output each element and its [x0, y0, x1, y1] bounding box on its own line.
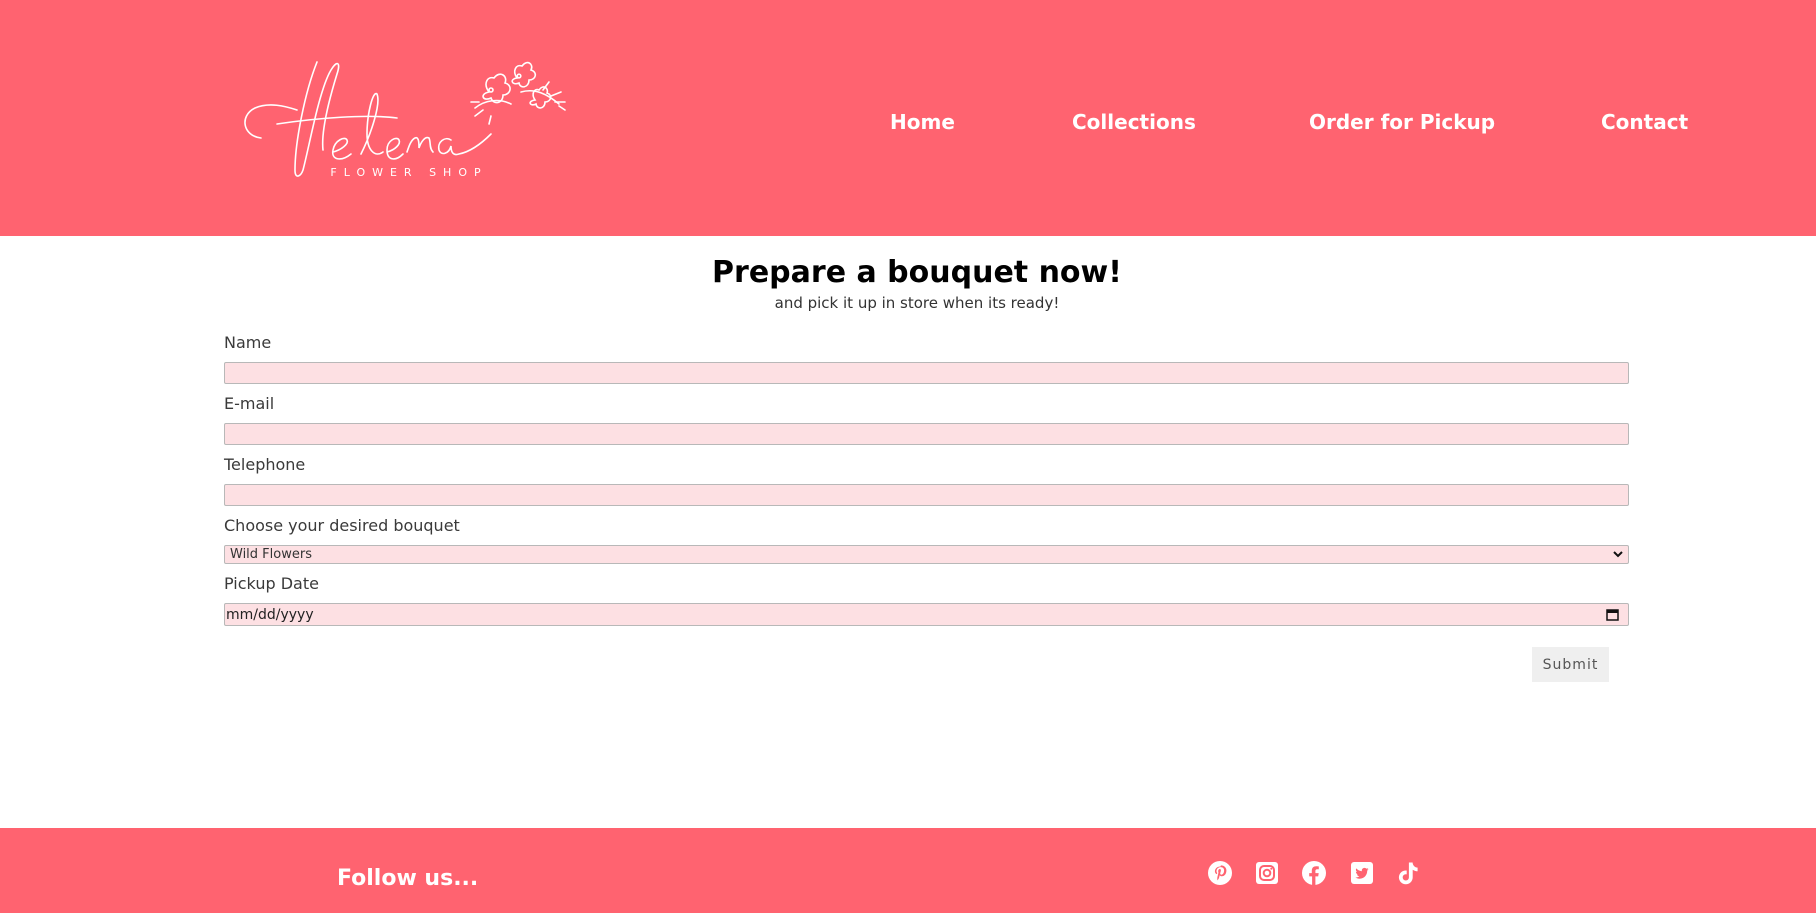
telephone-label: Telephone	[224, 455, 306, 474]
bouquet-select[interactable]: Wild Flowers	[224, 545, 1629, 564]
bouquet-label: Choose your desired bouquet	[224, 516, 460, 535]
bouquet-selected-value: Wild Flowers	[230, 547, 312, 562]
logo-graphic: FLOWER SHOP	[244, 61, 566, 179]
site-footer: Follow us...	[0, 828, 1816, 913]
page-subtitle: and pick it up in store when its ready!	[774, 294, 1060, 312]
nav-collections[interactable]: Collections	[1072, 110, 1196, 134]
pinterest-icon[interactable]	[1208, 861, 1232, 885]
pickup-date-input[interactable]: mm/dd/yyyy	[224, 603, 1629, 626]
submit-button[interactable]: Submit	[1532, 647, 1609, 682]
nav-home[interactable]: Home	[890, 110, 955, 134]
follow-us-label: Follow us...	[337, 866, 479, 891]
calendar-icon[interactable]	[1606, 608, 1619, 621]
name-input[interactable]	[224, 362, 1629, 384]
facebook-icon[interactable]	[1302, 861, 1326, 885]
twitter-icon[interactable]	[1350, 861, 1374, 885]
nav-contact[interactable]: Contact	[1601, 110, 1688, 134]
site-header: FLOWER SHOP Home Collections Order for P…	[0, 0, 1816, 236]
email-input[interactable]	[224, 423, 1629, 445]
pickup-date-label: Pickup Date	[224, 574, 319, 593]
page-title: Prepare a bouquet now!	[712, 255, 1122, 290]
logo-tagline: FLOWER SHOP	[330, 166, 487, 179]
name-label: Name	[224, 333, 272, 352]
helena-flower-shop-logo[interactable]: FLOWER SHOP	[221, 48, 577, 188]
tiktok-icon[interactable]	[1396, 861, 1420, 885]
email-label: E-mail	[224, 394, 275, 413]
telephone-input[interactable]	[224, 484, 1629, 506]
pickup-date-placeholder: mm/dd/yyyy	[226, 607, 314, 623]
chevron-down-icon	[1613, 551, 1623, 558]
instagram-icon[interactable]	[1255, 861, 1279, 885]
nav-order-for-pickup[interactable]: Order for Pickup	[1309, 110, 1495, 134]
